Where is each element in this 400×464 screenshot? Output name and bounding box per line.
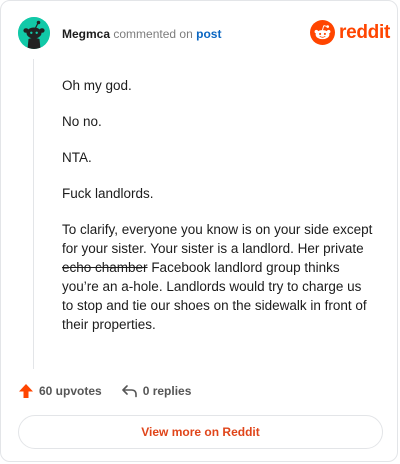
reply-label: 0 replies [142,384,192,398]
reddit-logo-icon [310,20,335,45]
comment-verb: commented on [113,27,193,41]
embedded-comment-card: Megmca commented on post reddit Oh my go… [0,0,398,462]
comment-paragraph: No no. [62,114,102,129]
comment-header: Megmca commented on post [62,27,221,41]
comment-paragraph: NTA. [62,150,92,165]
comment-footer: 60 upvotes 0 replies [18,383,191,399]
reddit-wordmark: reddit [339,21,390,43]
upvote-label: 60 upvotes [39,384,102,398]
comment-paragraph: Oh my god. [62,78,132,93]
comment-paragraph-last: To clarify, everyone you know is on your… [62,220,374,334]
comment-paragraph: Fuck landlords. [62,186,154,201]
author-name[interactable]: Megmca [62,27,110,41]
avatar[interactable] [18,17,50,49]
reply-arrow-icon [121,385,137,398]
upvote-count[interactable]: 60 upvotes [18,383,102,399]
post-link[interactable]: post [196,27,221,41]
snoo-avatar-icon [18,17,50,49]
view-more-button[interactable]: View more on Reddit [18,415,383,449]
upvote-arrow-icon [19,384,33,398]
strikethrough-text: echo chamber [62,260,148,275]
comment-body: Oh my god. No no. NTA. Fuck landlords. T… [62,76,374,351]
thread-line [33,59,34,369]
reply-count[interactable]: 0 replies [121,384,192,398]
reddit-logo[interactable]: reddit [310,20,390,45]
text-segment: To clarify, everyone you know is on your… [62,222,373,256]
